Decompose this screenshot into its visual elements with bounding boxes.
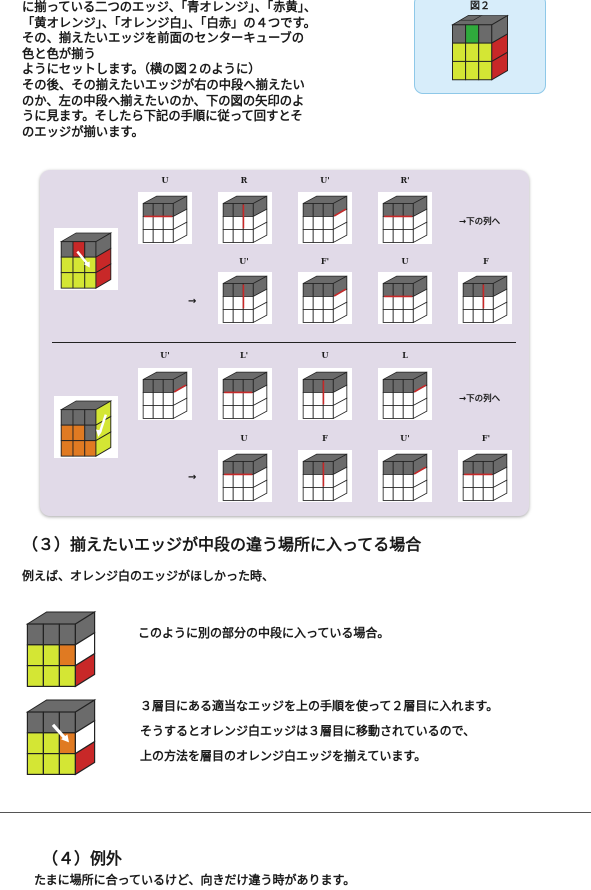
panel-divider <box>52 342 516 343</box>
example-cube-1 <box>20 608 102 692</box>
move-label: L' <box>239 350 249 360</box>
move-label: U <box>161 175 169 185</box>
move-cube <box>378 192 432 244</box>
section-3-desc-2: ３層目にある適当なエッジを上の手順を使って２層目に入れます。 そうするとオレンジ… <box>140 694 498 769</box>
section-3-desc-1: このように別の部分の中段に入っている場合。 <box>138 626 390 640</box>
move-cube <box>458 272 512 324</box>
next-row-note: →下の列へ <box>459 217 501 227</box>
move-label: U' <box>160 350 170 360</box>
cube-image <box>25 698 97 776</box>
move-label: F' <box>320 256 330 266</box>
desc-line: そうするとオレンジ白エッジは３層目に移動されているので、 <box>140 724 476 738</box>
move-cube <box>218 368 272 420</box>
move-label: F <box>483 256 489 266</box>
cube-image <box>59 232 113 289</box>
intro-line: その後、その揃えたいエッジが右の中段へ揃えたい <box>22 77 305 92</box>
case-right-cube <box>54 228 118 290</box>
continue-arrow: → <box>188 472 197 483</box>
figure-2-box: 図２ <box>414 0 546 94</box>
cube-image <box>451 14 509 81</box>
move-label: U <box>240 433 248 443</box>
move-cube <box>378 272 432 324</box>
move-cube <box>458 450 512 502</box>
intro-paragraph: に揃っている二つのエッジ、「青オレンジ」、「赤黄」、 「黄オレンジ」、「オレンジ… <box>22 0 400 140</box>
move-label: U' <box>239 256 249 266</box>
move-cube <box>218 272 272 324</box>
algorithm-panel <box>40 170 529 516</box>
move-label: U' <box>400 433 410 443</box>
continue-arrow: → <box>188 296 197 307</box>
desc-line: ３層目にある適当なエッジを上の手順を使って２層目に入れます。 <box>140 699 499 713</box>
section-4-heading: （４）例外 <box>42 849 123 868</box>
next-row-note: →下の列へ <box>459 394 501 404</box>
move-label: U <box>321 350 329 360</box>
move-label: R <box>240 175 248 185</box>
section-divider <box>0 812 591 813</box>
case-left-cube <box>54 396 118 458</box>
move-label: U' <box>320 175 330 185</box>
section-3-heading: （３）揃えたいエッジが中段の違う場所に入ってる場合 <box>22 535 422 554</box>
figure-2-label: 図２ <box>470 1 490 12</box>
intro-line: その、揃えたいエッジを前面のセンターキューブの <box>22 31 305 46</box>
intro-line: のか、左の中段へ揃えたいのか、下の図の矢印のよ <box>22 93 305 108</box>
move-cube <box>138 368 192 420</box>
move-cube <box>298 450 352 502</box>
move-cube <box>218 450 272 502</box>
figure-2-cube <box>447 13 513 89</box>
move-cube <box>298 368 352 420</box>
move-label: F' <box>481 433 491 443</box>
move-cube <box>138 192 192 244</box>
move-cube <box>378 450 432 502</box>
move-label: F <box>322 433 328 443</box>
example-cube-2 <box>20 696 102 780</box>
move-label: L <box>402 350 408 360</box>
intro-line: に揃っている二つのエッジ、「青オレンジ」、「赤黄」、 <box>22 0 317 14</box>
move-cube <box>218 192 272 244</box>
cube-image <box>25 610 97 688</box>
cube-image <box>59 400 113 457</box>
intro-line: 「黄オレンジ」、「オレンジ白」、「白赤」の４つです。 <box>22 15 316 30</box>
move-cube <box>298 192 352 244</box>
move-label: U <box>401 256 409 266</box>
move-cube <box>298 272 352 324</box>
move-cube <box>378 368 432 420</box>
intro-line: 色と色が揃う <box>22 46 96 61</box>
desc-line: 上の方法を層目のオレンジ白エッジを揃えています。 <box>140 749 427 763</box>
move-label: R' <box>400 175 410 185</box>
intro-line: のエッジが揃います。 <box>22 124 144 139</box>
section-4-text: たまに場所に合っているけど、向きだけ違う時があります。 <box>34 873 356 887</box>
intro-line: うに見ます。そしたら下記の手順に従って回すとそ <box>22 109 303 124</box>
intro-line: ようにセットします。（横の図２のように） <box>22 62 261 77</box>
section-3-example: 例えば、オレンジ白のエッジがほしかった時、 <box>22 569 275 583</box>
